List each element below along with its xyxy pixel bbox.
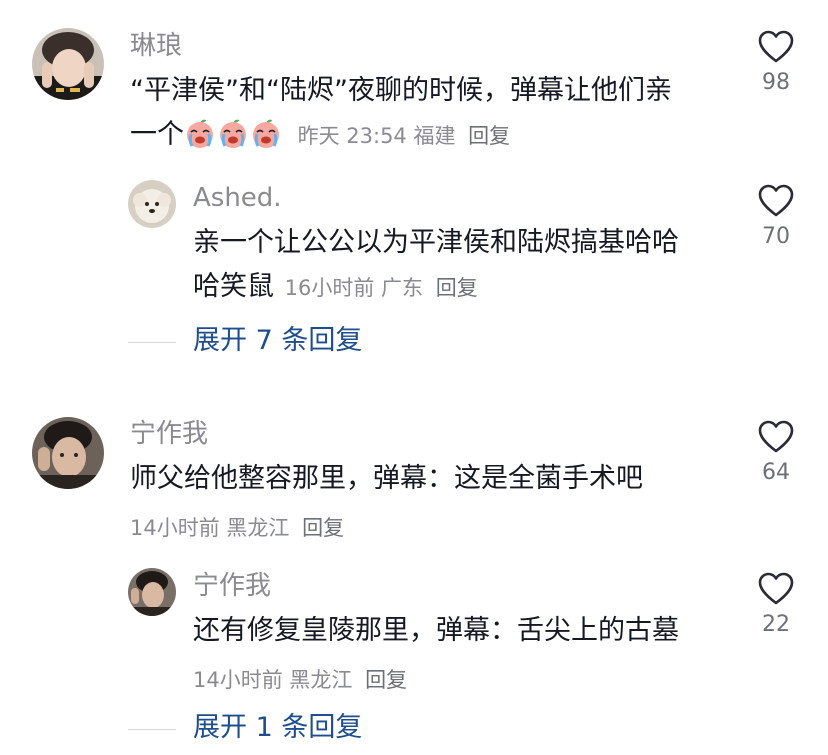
heart-outline-icon: [758, 420, 794, 453]
comment-text-continued: 一个: [130, 119, 184, 150]
like-count: 70: [762, 224, 790, 249]
reply-location: 黑龙江: [289, 668, 353, 692]
reply-username[interactable]: Ashed.: [193, 182, 282, 214]
comment-text-line2: 一个 昨天 23:54 福建 回复: [130, 112, 510, 159]
expand-divider: [128, 342, 176, 343]
reply-text-continued: 哈笑鼠: [193, 271, 274, 302]
comment-location: 黑龙江: [226, 516, 290, 540]
avatar[interactable]: [128, 568, 176, 616]
reply-text-line2: 哈笑鼠 16小时前 广东 回复: [193, 264, 478, 311]
heart-outline-icon: [758, 30, 794, 63]
reply-text: 亲一个让公公以为平津侯和陆烬搞基哈哈: [193, 227, 679, 258]
expand-divider: [128, 729, 176, 730]
avatar[interactable]: [32, 417, 104, 489]
reply-username[interactable]: 宁作我: [193, 570, 271, 602]
comment-meta: 14小时前 黑龙江 回复: [130, 512, 344, 542]
comment-username[interactable]: 琳琅: [130, 30, 182, 62]
reply-button[interactable]: 回复: [302, 516, 344, 540]
like-count: 64: [762, 460, 790, 485]
crying-peach-emoji: [184, 117, 216, 149]
like-count: 22: [762, 612, 790, 637]
reply-button[interactable]: 回复: [365, 668, 407, 692]
reply-time: 14小时前: [193, 668, 283, 692]
crying-peach-emoji: [250, 117, 282, 149]
comment-meta: 昨天 23:54 福建 回复: [298, 124, 511, 148]
comment-location: 福建: [413, 124, 456, 148]
expand-replies-button[interactable]: 展开 7 条回复: [193, 323, 362, 359]
like-button[interactable]: 22: [741, 572, 811, 637]
like-button[interactable]: 64: [741, 420, 811, 485]
comment-time: 昨天 23:54: [297, 124, 407, 148]
heart-outline-icon: [758, 572, 794, 605]
avatar[interactable]: [128, 180, 176, 228]
like-count: 98: [762, 70, 790, 95]
reply-meta: 16小时前 广东 回复: [285, 276, 478, 300]
heart-outline-icon: [758, 184, 794, 217]
reply-button[interactable]: 回复: [468, 124, 510, 148]
comment-text: “平津侯”和“陆烬”夜聊的时候，弹幕让他们亲: [130, 75, 672, 106]
reply-text: 还有修复皇陵那里，弹幕：舌尖上的古墓: [193, 615, 679, 646]
like-button[interactable]: 70: [741, 184, 811, 249]
expand-replies-button[interactable]: 展开 1 条回复: [193, 710, 362, 746]
comment-username[interactable]: 宁作我: [130, 418, 208, 450]
crying-peach-emoji: [217, 117, 249, 149]
reply-button[interactable]: 回复: [436, 276, 478, 300]
reply-time: 16小时前: [284, 276, 375, 300]
comment-text: 师父给他整容那里，弹幕：这是全菌手术吧: [130, 463, 643, 494]
reply-meta: 14小时前 黑龙江 回复: [193, 664, 407, 694]
like-button[interactable]: 98: [741, 30, 811, 95]
avatar[interactable]: [32, 28, 104, 100]
reply-location: 广东: [381, 276, 424, 300]
comment-time: 14小时前: [130, 516, 220, 540]
